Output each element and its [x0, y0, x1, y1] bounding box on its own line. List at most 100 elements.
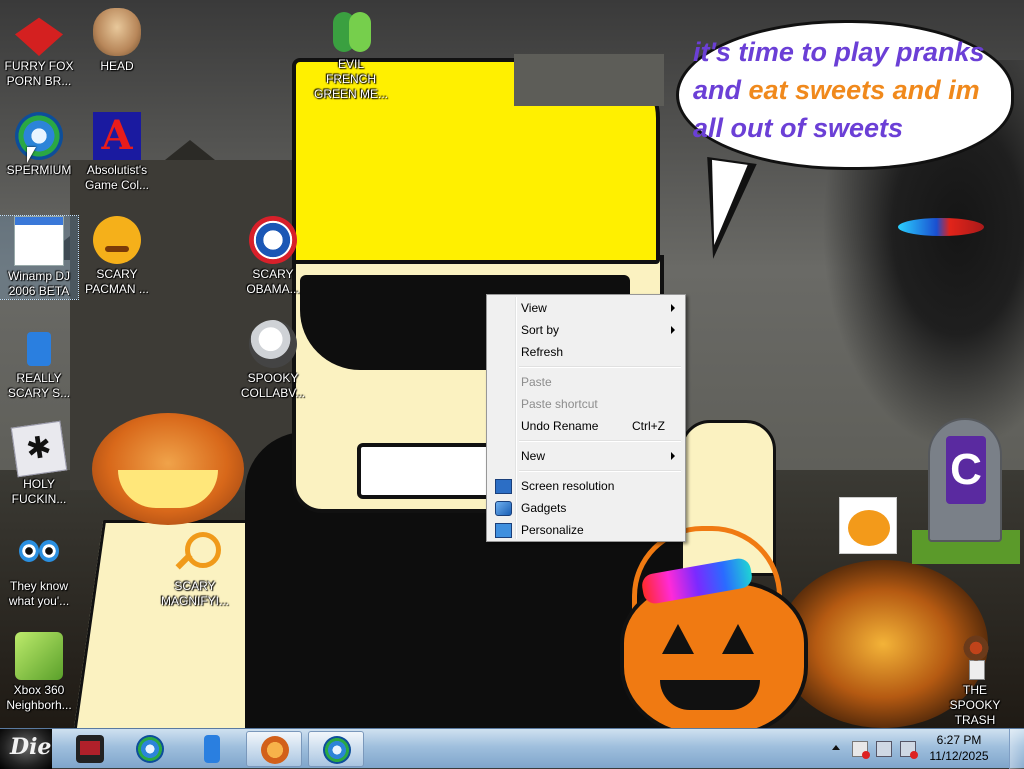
desktop-icon-they-know[interactable]: They know what you'...	[0, 528, 78, 609]
desktop-icon-furry-fox[interactable]: FURRY FOX PORN BR...	[0, 8, 78, 89]
menu-separator	[489, 363, 683, 371]
xbox-icon	[15, 632, 63, 680]
menu-item-label: Sort by	[521, 323, 560, 337]
jack-o-lantern-image	[92, 413, 244, 525]
submenu-arrow-icon	[671, 304, 675, 312]
desktop-icon-label: SCARY OBAMA...	[246, 267, 300, 296]
taskbar-button-browser-window[interactable]	[308, 731, 364, 767]
desktop-icon-scary-pacman[interactable]: SCARY PACMAN ...	[78, 216, 156, 297]
menu-item-personalize[interactable]: Personalize	[489, 519, 683, 541]
desktop-icon-scary-magnifier[interactable]: SCARY MAGNIFYI...	[156, 528, 234, 609]
magnifier-icon	[171, 528, 221, 576]
system-tray: 6:27 PM 11/12/2025	[810, 729, 1000, 769]
menu-item-label: Paste shortcut	[521, 397, 598, 411]
speech-line-3: all out of sweets	[693, 113, 904, 143]
show-hidden-icons-arrow-icon[interactable]	[832, 745, 840, 750]
desktop-icon-scary-obama[interactable]: SCARY OBAMA...	[234, 216, 312, 297]
menu-item-shortcut: Ctrl+Z	[632, 419, 665, 433]
screen-resolution-icon	[495, 479, 512, 494]
menu-item-undo-rename[interactable]: Undo Rename Ctrl+Z	[489, 415, 683, 437]
mouse-cursor-icon	[27, 147, 36, 163]
taskbar-button-xat[interactable]	[184, 731, 240, 767]
pumpkin-icon	[261, 736, 289, 764]
menu-item-label: Refresh	[521, 345, 564, 359]
browser-icon	[15, 112, 63, 160]
taskbar-button-browser[interactable]	[122, 731, 178, 767]
menu-item-paste: Paste	[489, 371, 683, 393]
desktop-icon-spooky-trash[interactable]: THE SPOOKY TRASH	[936, 632, 1014, 728]
bucket-eye-left	[662, 624, 694, 654]
submenu-arrow-icon	[671, 326, 675, 334]
menu-item-new[interactable]: New	[489, 445, 683, 467]
taskbar: Die 6:27 PM 11/12/2025	[0, 728, 1024, 769]
desktop-icon-head[interactable]: HEAD	[78, 8, 156, 74]
menu-item-screen-resolution[interactable]: Screen resolution	[489, 475, 683, 497]
desktop-icon-label: SCARY MAGNIFYI...	[160, 579, 229, 608]
show-desktop-button[interactable]	[1009, 729, 1024, 769]
speech-bubble: it's time to play pranks and eat sweets …	[676, 20, 1014, 170]
speech-line-2-start: and	[693, 75, 749, 105]
absolutist-icon	[93, 112, 141, 160]
desktop-icon-holy[interactable]: HOLY FUCKIN...	[0, 420, 78, 507]
taskbar-button-pumpkin[interactable]	[246, 731, 302, 767]
start-button-label: Die	[10, 734, 52, 760]
desktop-icon-spermium[interactable]: SPERMIUM	[0, 112, 78, 178]
taskbar-clock[interactable]: 6:27 PM 11/12/2025	[924, 732, 994, 764]
menu-item-gadgets[interactable]: Gadgets	[489, 497, 683, 519]
desktop-icon-label: THE SPOOKY TRASH	[949, 683, 1001, 727]
menu-item-label: Gadgets	[521, 501, 567, 515]
pacman-icon	[93, 216, 141, 264]
desktop-icon-absolutist[interactable]: Absolutist's Game Col...	[78, 112, 156, 193]
browser-icon	[323, 736, 351, 764]
character-hat-notch	[514, 54, 664, 106]
menu-separator	[489, 467, 683, 475]
bucket-mouth	[660, 680, 760, 710]
menu-item-label: Paste	[521, 375, 552, 389]
menu-separator	[489, 437, 683, 445]
desktop-icon-label: HEAD	[100, 59, 134, 73]
explorer-icon	[76, 735, 104, 763]
taskbar-button-explorer[interactable]	[62, 731, 118, 767]
desktop-icon-evil-french[interactable]: EVIL FRENCH GREEN ME...	[312, 6, 390, 102]
obama-icon	[249, 216, 297, 264]
tombstone-letter-c: C	[946, 436, 986, 504]
desktop-icon-label: They know what you'...	[8, 579, 70, 608]
start-button[interactable]: Die	[0, 729, 52, 769]
personalize-icon	[495, 523, 512, 538]
character-mouth	[357, 443, 505, 499]
desktop-icon-label: Winamp DJ 2006 BETA	[7, 269, 70, 298]
desktop-icon-label: SPOOKY COLLABV...	[240, 371, 306, 400]
speech-line-2: and eat sweets and im	[693, 71, 997, 109]
desktop-icon-label: SCARY PACMAN ...	[85, 267, 149, 296]
desktop-icon-really-scary[interactable]: REALLY SCARY S...	[0, 320, 78, 401]
messenger-icon	[327, 6, 375, 54]
desktop-icon-label: EVIL FRENCH GREEN ME...	[313, 57, 388, 101]
speech-line-1: it's time to play pranks	[693, 37, 985, 67]
volume-muted-icon[interactable]	[900, 741, 918, 759]
spider-icon	[10, 420, 68, 478]
desktop-icon-spooky-collab[interactable]: SPOOKY COLLABV...	[234, 320, 312, 401]
desktop-icon-label: Xbox 360 Neighborh...	[6, 683, 72, 712]
xat-icon	[15, 320, 63, 368]
desktop-icon-winamp[interactable]: Winamp DJ 2006 BETA	[0, 215, 79, 300]
menu-item-label: New	[521, 449, 546, 463]
gadgets-icon	[495, 501, 512, 516]
eyes-icon	[15, 528, 63, 576]
recycle-bin-icon	[951, 632, 999, 680]
action-center-flag-icon[interactable]	[852, 741, 870, 759]
winamp-icon	[14, 216, 64, 266]
menu-item-label: Screen resolution	[521, 479, 615, 493]
menu-item-view[interactable]: View	[489, 297, 683, 319]
desktop-icon-label: REALLY SCARY S...	[7, 371, 71, 400]
menu-item-paste-shortcut: Paste shortcut	[489, 393, 683, 415]
desktop-context-menu: View Sort by Refresh Paste Paste shortcu…	[486, 294, 686, 542]
menu-item-refresh[interactable]: Refresh	[489, 341, 683, 363]
network-icon[interactable]	[876, 741, 892, 757]
neon-fish-image	[898, 218, 984, 236]
head-icon	[93, 8, 141, 56]
menu-item-label: View	[521, 301, 547, 315]
small-pumpkin-image	[839, 497, 897, 554]
menu-item-sort-by[interactable]: Sort by	[489, 319, 683, 341]
desktop-icon-xbox-360[interactable]: Xbox 360 Neighborh...	[0, 632, 78, 713]
menu-item-label: Personalize	[521, 523, 584, 537]
